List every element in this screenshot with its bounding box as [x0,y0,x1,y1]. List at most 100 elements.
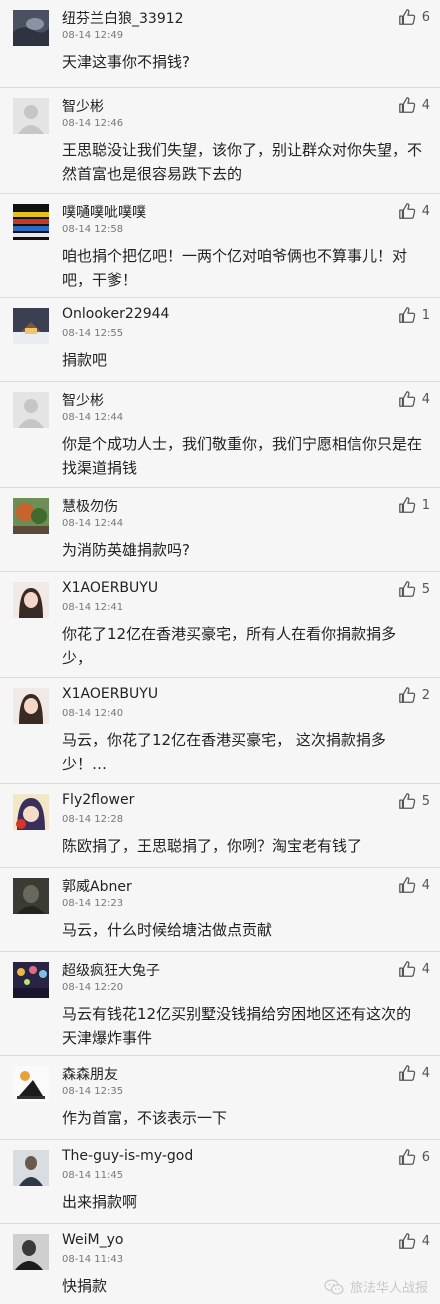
like-button[interactable]: 6 [398,8,430,26]
comment-username[interactable]: 智少彬 [62,390,104,410]
like-button[interactable]: 2 [398,686,430,704]
thumbs-up-icon [398,497,415,513]
like-count: 5 [421,581,430,597]
comment-time: 08-14 12:41 [62,602,124,613]
thumbs-up-icon [398,793,415,809]
user-avatar[interactable] [13,878,49,914]
comment-item: 智少彬 08-14 12:46 王思聪没让我们失望，该你了，别让群众对你失望，不… [0,88,440,194]
like-button[interactable]: 4 [398,1232,430,1250]
comment-text: 马云，你花了12亿在香港买豪宅， 这次捐款捐多少！… [62,731,386,773]
comment-time: 08-14 11:43 [62,1254,124,1265]
user-avatar[interactable] [13,204,49,240]
user-avatar[interactable] [13,794,49,830]
like-count: 4 [421,391,430,407]
comment-username[interactable]: WeiM_yo [62,1232,123,1248]
comment-text: 捐款吧 [62,351,108,369]
comment-username[interactable]: 智少彬 [62,96,104,116]
comment-username[interactable]: 噗嗵噗呲噗噗 [62,202,146,222]
thumbs-up-icon [398,97,415,113]
comment-time: 08-14 12:40 [62,708,124,719]
thumbs-up-icon [398,203,415,219]
user-avatar[interactable] [13,1066,49,1102]
comment-item: 纽芬兰白狼_33912 08-14 12:49 天津这事你不捐钱? 6 [0,0,440,88]
comment-text: 天津这事你不捐钱? [62,53,190,71]
thumbs-up-icon [398,961,415,977]
user-avatar[interactable] [13,582,49,618]
comment-item: Onlooker22944 08-14 12:55 捐款吧 1 [0,298,440,382]
wechat-icon [324,1278,344,1295]
watermark-text: 旅法华人战报 [349,1281,428,1296]
comment-item: 慧极勿伤 08-14 12:44 为消防英雄捐款吗? 1 [0,488,440,572]
comment-time: 08-14 12:28 [62,814,124,825]
comment-text: 作为首富，不该表示一下 [62,1109,228,1127]
comment-time: 08-14 12:58 [62,224,124,235]
comment-username[interactable]: The-guy-is-my-god [62,1148,193,1164]
comment-text: 王思聪没让我们失望，该你了，别让群众对你失望，不然首富也是很容易跌下去的 [62,141,423,183]
user-avatar[interactable] [13,308,49,344]
like-count: 4 [421,203,430,219]
comment-text: 陈欧捐了，王思聪捐了，你咧？淘宝老有钱了 [62,837,363,855]
like-count: 6 [421,9,430,25]
like-button[interactable]: 5 [398,792,430,810]
user-avatar[interactable] [13,1150,49,1186]
comment-username[interactable]: Onlooker22944 [62,306,169,322]
like-count: 1 [421,497,430,513]
like-button[interactable]: 5 [398,580,430,598]
comment-username[interactable]: X1AOERBUYU [62,686,158,702]
comment-text: 你是个成功人士，我们敬重你，我们宁愿相信你只是在找渠道捐钱 [62,435,423,477]
like-button[interactable]: 4 [398,960,430,978]
comment-username[interactable]: 纽芬兰白狼_33912 [62,8,184,28]
comment-username[interactable]: 超级疯狂大兔子 [62,960,160,980]
thumbs-up-icon [398,877,415,893]
like-button[interactable]: 1 [398,496,430,514]
comment-text: 咱也捐个把亿吧！一两个亿对咱爷俩也不算事儿！对吧，干爹！ [62,247,408,289]
user-avatar[interactable] [13,392,49,428]
user-avatar[interactable] [13,98,49,134]
comment-item: X1AOERBUYU 08-14 12:41 你花了12亿在香港买豪宅，所有人在… [0,572,440,678]
thumbs-up-icon [398,391,415,407]
like-count: 1 [421,307,430,323]
like-count: 5 [421,793,430,809]
thumbs-up-icon [398,307,415,323]
like-button[interactable]: 6 [398,1148,430,1166]
user-avatar[interactable] [13,1234,49,1270]
comment-time: 08-14 11:45 [62,1170,124,1181]
comment-username[interactable]: 慧极勿伤 [62,496,118,516]
comment-username[interactable]: 森森朋友 [62,1064,118,1084]
user-avatar[interactable] [13,10,49,46]
thumbs-up-icon [398,1065,415,1081]
comment-text: 你花了12亿在香港买豪宅，所有人在看你捐款捐多少， [62,625,397,667]
comment-text: 马云有钱花12亿买别墅没钱捐给穷困地区还有这次的天津爆炸事件 [62,1005,412,1047]
comment-time: 08-14 12:46 [62,118,124,129]
comment-item: Fly2flower 08-14 12:28 陈欧捐了，王思聪捐了，你咧？淘宝老… [0,784,440,868]
watermark: 旅法华人战报 [324,1277,428,1296]
comment-time: 08-14 12:44 [62,518,124,529]
comment-username[interactable]: Fly2flower [62,792,134,808]
comment-time: 08-14 12:49 [62,30,124,41]
comment-username[interactable]: X1AOERBUYU [62,580,158,596]
like-button[interactable]: 4 [398,390,430,408]
thumbs-up-icon [398,581,415,597]
thumbs-up-icon [398,1233,415,1249]
user-avatar[interactable] [13,498,49,534]
like-count: 2 [421,687,430,703]
comment-time: 08-14 12:23 [62,898,124,909]
thumbs-up-icon [398,1149,415,1165]
user-avatar[interactable] [13,962,49,998]
like-button[interactable]: 4 [398,876,430,894]
comment-item: 超级疯狂大兔子 08-14 12:20 马云有钱花12亿买别墅没钱捐给穷困地区还… [0,952,440,1056]
like-button[interactable]: 4 [398,1064,430,1082]
comment-item: 噗嗵噗呲噗噗 08-14 12:58 咱也捐个把亿吧！一两个亿对咱爷俩也不算事儿… [0,194,440,298]
comment-username[interactable]: 郭威Abner [62,876,132,896]
comment-time: 08-14 12:20 [62,982,124,993]
like-count: 4 [421,1065,430,1081]
user-avatar[interactable] [13,688,49,724]
comment-item: The-guy-is-my-god 08-14 11:45 出来捐款啊 6 [0,1140,440,1224]
like-button[interactable]: 1 [398,306,430,324]
like-count: 4 [421,97,430,113]
like-button[interactable]: 4 [398,96,430,114]
comment-item: X1AOERBUYU 08-14 12:40 马云，你花了12亿在香港买豪宅， … [0,678,440,784]
like-button[interactable]: 4 [398,202,430,220]
comment-time: 08-14 12:35 [62,1086,124,1097]
comment-item: 郭威Abner 08-14 12:23 马云，什么时候给塘沽做点贡献 4 [0,868,440,952]
